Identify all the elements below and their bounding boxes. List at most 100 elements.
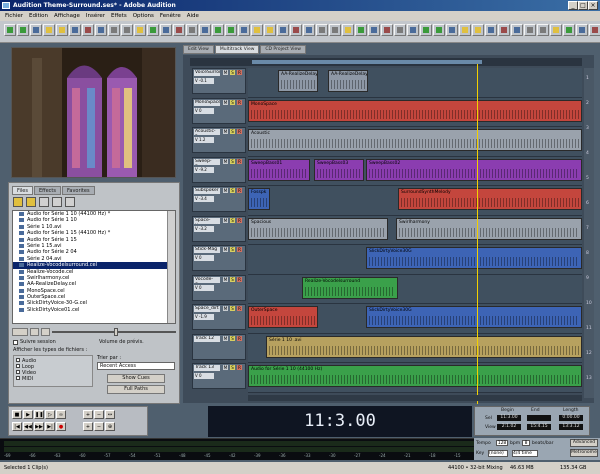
toolbar-button-35[interactable] bbox=[446, 24, 458, 36]
toolbar-button-18[interactable] bbox=[225, 24, 237, 36]
audio-clip[interactable]: AA-RealizeDelay bbox=[328, 70, 368, 92]
track-lane[interactable]: Audio for Série 1 10 (44100 Hz) bbox=[248, 363, 582, 393]
go-start-icon[interactable]: |◀ bbox=[12, 422, 22, 431]
zoom-out-vertical-icon[interactable]: − bbox=[94, 422, 104, 431]
time-signature-select[interactable]: 4/4 time bbox=[512, 450, 538, 457]
track-header[interactable]: MonoSpace M S R V 0 bbox=[192, 97, 246, 124]
toolbar-button-32[interactable] bbox=[407, 24, 419, 36]
track-name[interactable]: Space_dirt bbox=[194, 306, 220, 312]
toolbar-button-40[interactable] bbox=[511, 24, 523, 36]
track-header[interactable]: Track 13 M S R V 0 bbox=[192, 363, 246, 389]
toolbar-button-5[interactable] bbox=[56, 24, 68, 36]
import-icon[interactable] bbox=[26, 197, 36, 207]
record-arm-button[interactable]: R bbox=[237, 306, 242, 311]
toolbar-button-21[interactable] bbox=[264, 24, 276, 36]
track-name[interactable]: Track 12 bbox=[194, 335, 220, 342]
toolbar-button-19[interactable] bbox=[238, 24, 250, 36]
audio-clip[interactable]: SweepBass03 bbox=[314, 158, 364, 181]
track-header[interactable]: VoiceSurroundPlMSR V -0.1 bbox=[192, 68, 246, 94]
track-name[interactable]: Space-Harm bbox=[194, 217, 220, 224]
track-volume[interactable]: V -3.2 bbox=[194, 225, 214, 232]
audio-clip[interactable]: Audio for Série 1 10 (44100 Hz) bbox=[248, 365, 582, 387]
tempo-input[interactable]: 128 bbox=[496, 440, 508, 446]
solo-button[interactable]: S bbox=[230, 99, 235, 105]
close-file-icon[interactable] bbox=[39, 197, 49, 207]
track-volume[interactable]: V 1.2 bbox=[194, 137, 214, 143]
audio-clip[interactable]: SlickDirtyVoice30G bbox=[366, 247, 582, 269]
track-lane[interactable]: Realize-Vocodelsurround bbox=[248, 274, 582, 304]
rewind-icon[interactable]: ◀◀ bbox=[23, 422, 33, 431]
auto-play-button[interactable] bbox=[12, 328, 28, 336]
track-lane[interactable]: OuterSpace SlickDirtyVoice30G bbox=[248, 304, 582, 334]
solo-button[interactable]: S bbox=[230, 306, 235, 311]
toolbar-button-25[interactable] bbox=[316, 24, 328, 36]
menu-fichier[interactable]: Fichier bbox=[5, 13, 23, 21]
toolbar-button-9[interactable] bbox=[108, 24, 120, 36]
audio-clip[interactable]: Realize-Vocodelsurround bbox=[302, 276, 398, 299]
go-end-icon[interactable]: ▶| bbox=[45, 422, 55, 431]
solo-button[interactable]: S bbox=[230, 188, 235, 193]
record-arm-button[interactable]: R bbox=[237, 365, 242, 370]
tab-favorites[interactable]: Favorites bbox=[61, 186, 95, 195]
zoom-in-vertical-icon[interactable]: + bbox=[83, 422, 93, 431]
record-arm-button[interactable]: R bbox=[237, 99, 242, 105]
bottom-timeline[interactable] bbox=[248, 395, 582, 401]
audio-clip[interactable]: Acoustic bbox=[248, 129, 582, 151]
toolbar-button-1[interactable] bbox=[4, 24, 16, 36]
mute-button[interactable]: M bbox=[223, 158, 228, 164]
toolbar-button-30[interactable] bbox=[381, 24, 393, 36]
close-button[interactable]: × bbox=[588, 1, 598, 10]
tab-effects[interactable]: Effects bbox=[33, 186, 61, 195]
track-header[interactable]: Space_dirt M S R V -1.9 bbox=[192, 304, 246, 330]
solo-button[interactable]: S bbox=[230, 158, 235, 164]
audio-clip[interactable]: Série 1 10 .avi bbox=[266, 335, 582, 358]
track-name[interactable]: Acoustic-Pan bbox=[194, 129, 220, 135]
record-arm-button[interactable]: R bbox=[237, 217, 242, 223]
toolbar-button-43[interactable] bbox=[550, 24, 562, 36]
show-cues-button[interactable]: Show Cues bbox=[107, 374, 165, 383]
audio-clip[interactable]: SurroundSynthMelody bbox=[398, 188, 582, 210]
menu-edition[interactable]: Edition bbox=[29, 13, 48, 21]
fast-forward-icon[interactable]: ▶▶ bbox=[34, 422, 44, 431]
record-arm-button[interactable]: R bbox=[237, 129, 242, 134]
track-name[interactable]: Track 13 bbox=[194, 365, 220, 371]
track-lane[interactable]: SweepBass01 SweepBass03 SweepBass02 bbox=[248, 156, 582, 186]
solo-button[interactable]: S bbox=[230, 365, 235, 370]
stop-icon[interactable]: ■ bbox=[12, 410, 22, 419]
mute-button[interactable]: M bbox=[223, 276, 228, 282]
tab-multitrack-view[interactable]: Multitrack View bbox=[214, 45, 260, 54]
toolbar-button-24[interactable] bbox=[303, 24, 315, 36]
mute-button[interactable]: M bbox=[223, 129, 228, 134]
zoom-selection-icon[interactable]: ⊕ bbox=[105, 422, 115, 431]
track-name[interactable]: Vocode-Surr bbox=[194, 276, 220, 283]
track-volume[interactable]: V 0 bbox=[194, 107, 214, 114]
toolbar-button-20[interactable] bbox=[251, 24, 263, 36]
mute-button[interactable]: M bbox=[223, 365, 228, 370]
audio-clip[interactable]: Spacious bbox=[248, 217, 388, 240]
track-volume[interactable]: V -0.1 bbox=[194, 78, 214, 84]
toolbar-button-41[interactable] bbox=[524, 24, 536, 36]
track-volume[interactable]: V 0 bbox=[194, 284, 214, 291]
menu-fenetre[interactable]: Fenêtre bbox=[160, 13, 181, 21]
audio-clip[interactable]: MonoSpace bbox=[248, 99, 582, 122]
mute-button[interactable]: M bbox=[223, 99, 228, 105]
track-header[interactable]: Space-HarmMSR V -3.2 bbox=[192, 215, 246, 242]
mute-button[interactable]: M bbox=[223, 306, 228, 311]
toolbar-button-11[interactable] bbox=[134, 24, 146, 36]
toolbar-button-33[interactable] bbox=[420, 24, 432, 36]
open-file-icon[interactable] bbox=[13, 197, 23, 207]
menu-affichage[interactable]: Affichage bbox=[54, 13, 80, 21]
preview-volume-slider[interactable] bbox=[52, 328, 176, 336]
track-name[interactable]: VoiceSurroundPl bbox=[194, 70, 220, 76]
toolbar-button-37[interactable] bbox=[472, 24, 484, 36]
edit-file-icon[interactable] bbox=[65, 197, 75, 207]
zoom-out-horizontal-icon[interactable]: − bbox=[94, 410, 104, 419]
solo-button[interactable]: S bbox=[230, 70, 235, 75]
audio-clip[interactable]: Fosspk bbox=[248, 188, 270, 210]
sel-begin-value[interactable]: 11:3.00 bbox=[497, 415, 521, 421]
track-name[interactable]: Subspoker bbox=[194, 188, 220, 194]
record-arm-button[interactable]: R bbox=[237, 247, 242, 252]
solo-button[interactable]: S bbox=[230, 276, 235, 282]
toolbar-button-39[interactable] bbox=[498, 24, 510, 36]
track-name[interactable]: MonoSpace bbox=[194, 99, 220, 106]
